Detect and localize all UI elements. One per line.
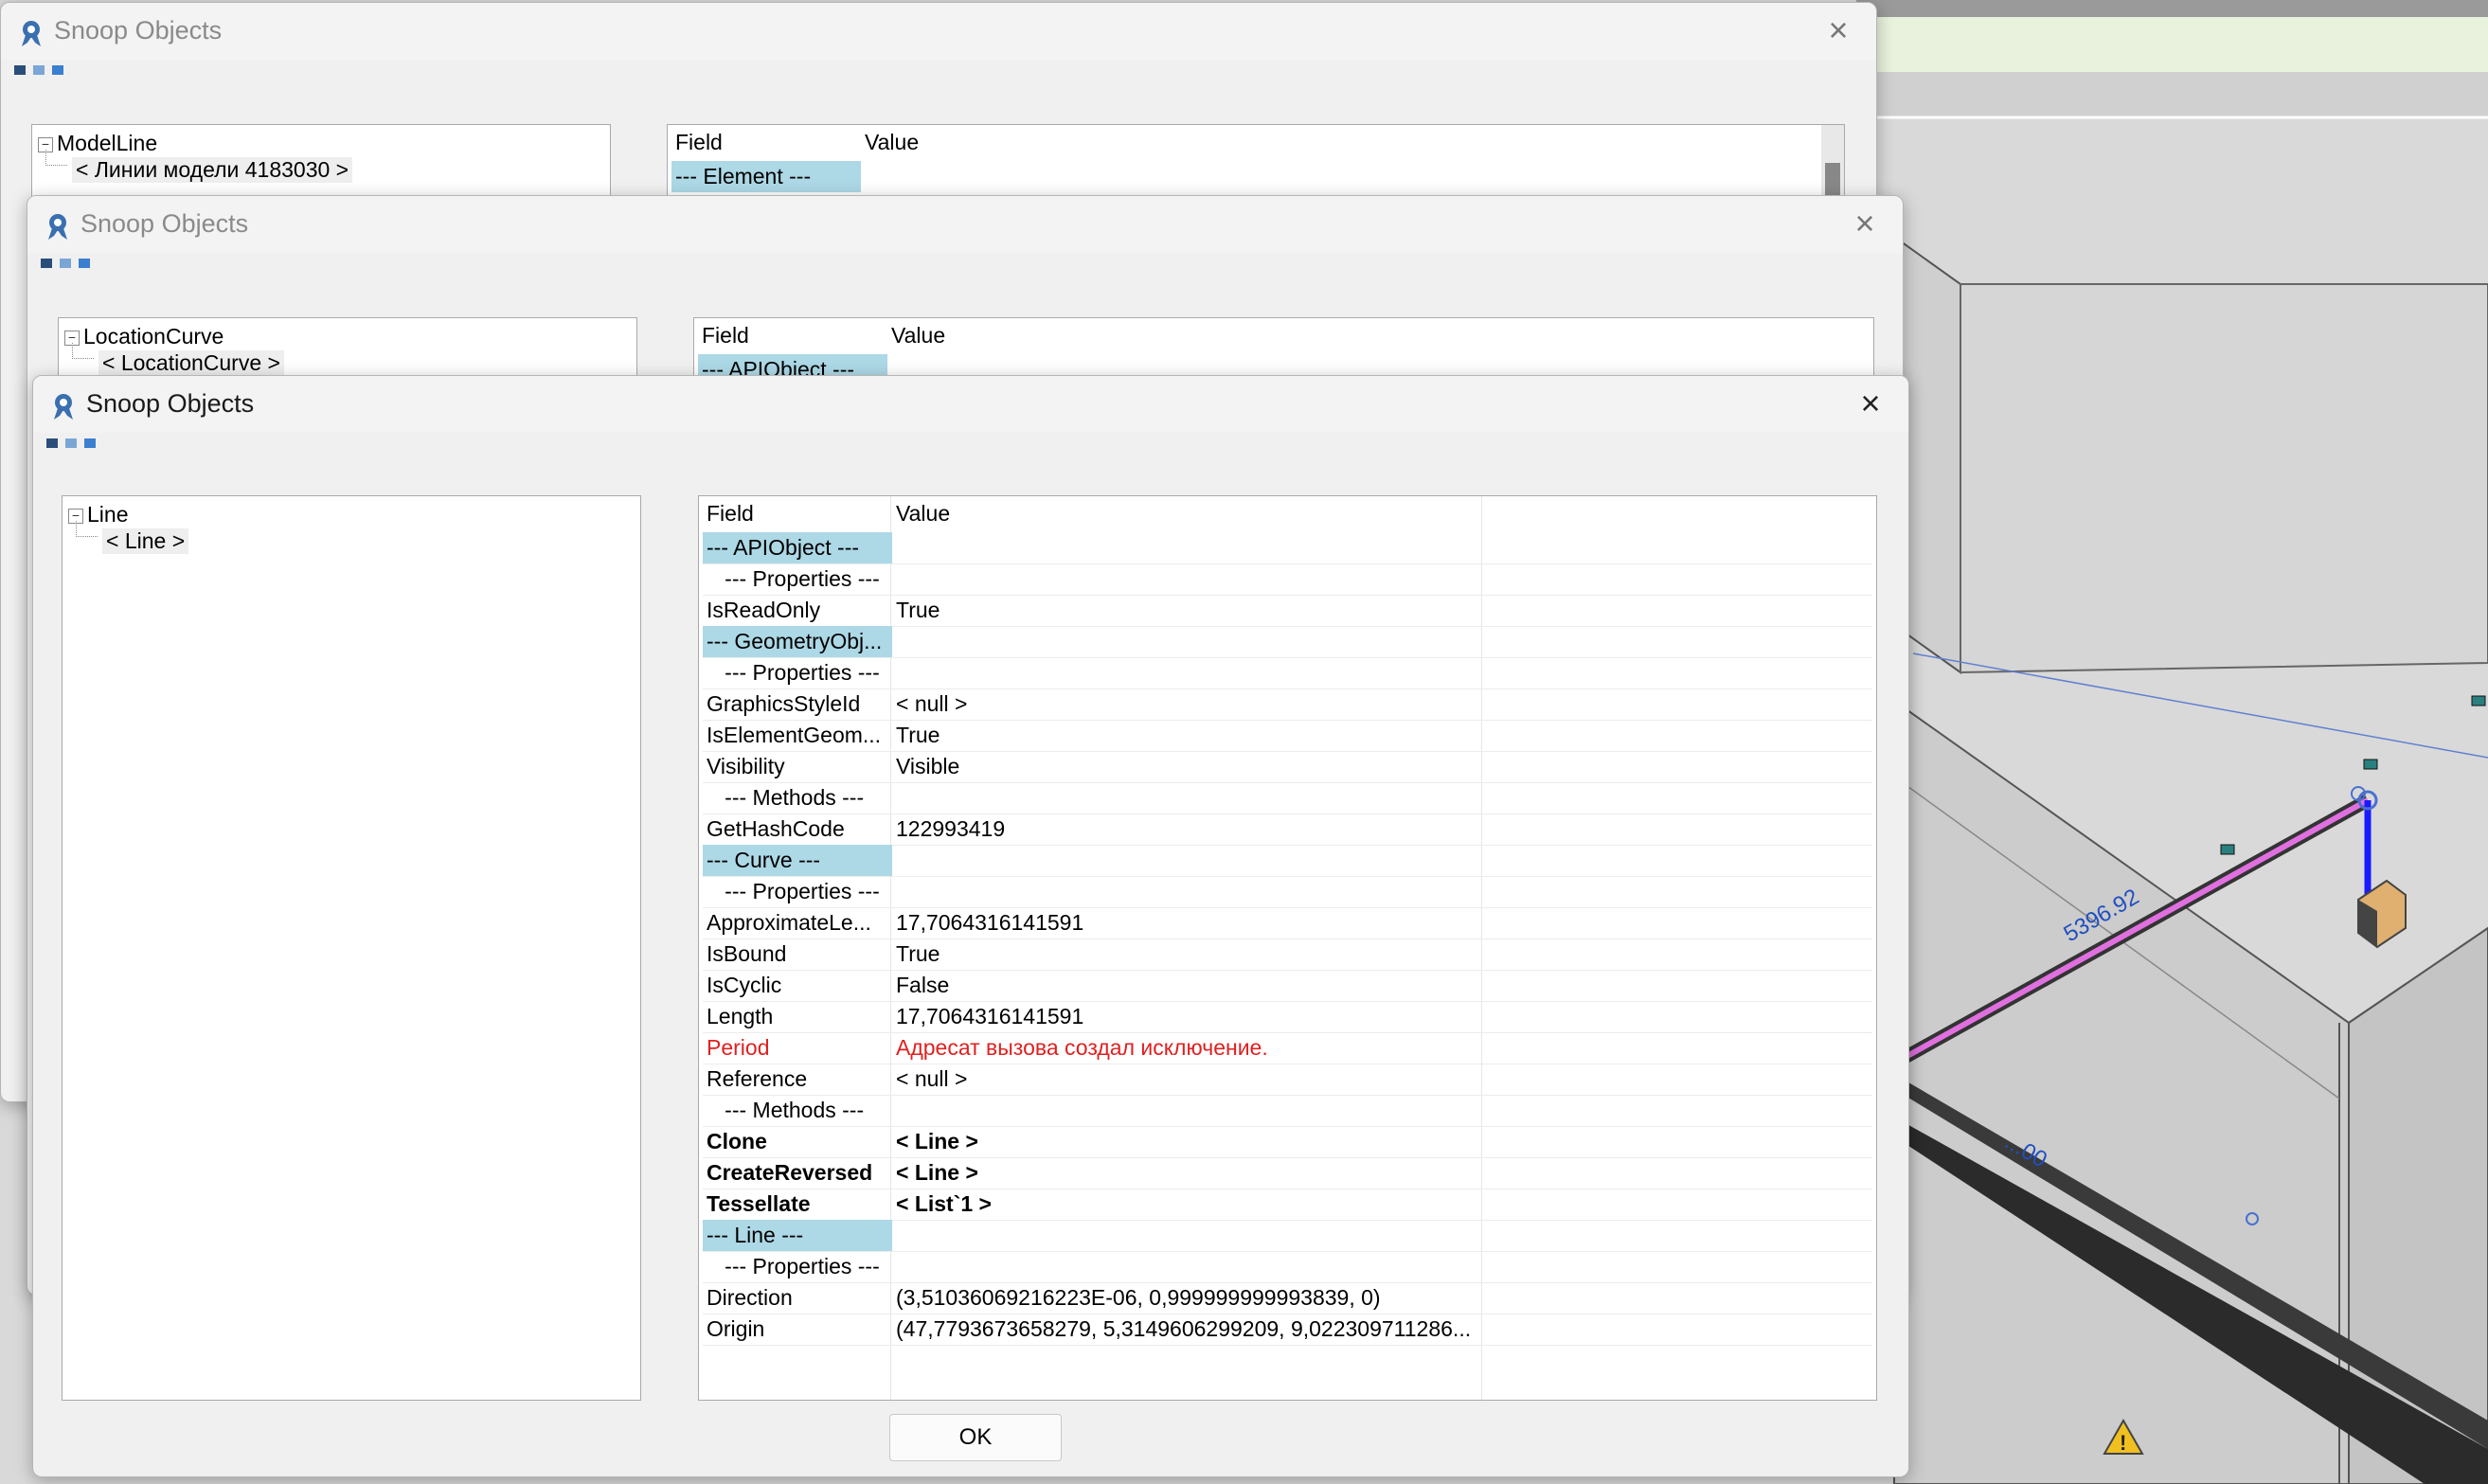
row-field: CreateReversed [707, 1160, 873, 1185]
row-field: ApproximateLe... [707, 910, 871, 935]
window-title: Snoop Objects [54, 16, 223, 45]
copy-icon[interactable] [79, 259, 90, 268]
preview-icon[interactable] [65, 438, 77, 448]
snoop-app-icon [54, 394, 73, 420]
preview-icon[interactable] [60, 259, 71, 268]
row-field: Visibility [707, 754, 785, 778]
row-field: --- Curve --- [703, 845, 892, 876]
row-value: < Line > [896, 1129, 978, 1153]
row-value: (3,51036069216223E-06, 0,999999999993839… [896, 1285, 1381, 1310]
row-value: (47,7793673658279, 5,3149606299209, 9,02… [896, 1316, 1472, 1341]
field-column-header[interactable]: Field [671, 127, 861, 158]
row-field: Clone [707, 1129, 767, 1153]
title-bar: Snoop Objects × [1, 3, 1876, 60]
value-column-header[interactable]: Value [892, 498, 1483, 529]
close-icon[interactable]: × [1821, 13, 1855, 48]
row-field: Length [707, 1004, 774, 1028]
row-field: --- GeometryObj... [703, 626, 892, 657]
row-value: < null > [896, 1066, 968, 1091]
row-field: Origin [707, 1316, 765, 1341]
tree-child-node[interactable]: < Линии модели 4183030 > [72, 157, 353, 183]
snoop-app-icon [22, 21, 41, 46]
row-field: --- Properties --- [707, 879, 880, 903]
row-value: < List`1 > [896, 1191, 992, 1216]
copy-icon[interactable] [84, 438, 96, 448]
tree-child-node[interactable]: < Line > [102, 528, 189, 554]
window-title: Snoop Objects [86, 389, 255, 418]
row-value: True [896, 598, 940, 622]
row-field: IsCyclic [707, 973, 782, 997]
row-field: --- Methods --- [707, 785, 865, 810]
print-icon[interactable] [46, 438, 58, 448]
row-field: IsReadOnly [707, 598, 821, 622]
value-column-header[interactable]: Value [861, 127, 1139, 158]
svg-text:!: ! [2120, 1431, 2126, 1455]
print-icon[interactable] [14, 65, 26, 75]
copy-icon[interactable] [52, 65, 63, 75]
row-value: 122993419 [896, 816, 1006, 841]
row-field: GraphicsStyleId [707, 691, 861, 716]
row-field: Reference [707, 1066, 808, 1091]
row-value: 17,7064316141591 [896, 1004, 1084, 1028]
row-value: Visible [896, 754, 960, 778]
row-field: --- Methods --- [707, 1098, 865, 1122]
close-icon[interactable]: × [1853, 386, 1888, 421]
row-field: --- Properties --- [707, 660, 880, 685]
title-bar: Snoop Objects × [33, 376, 1908, 433]
toolbar [41, 259, 98, 274]
snoop-app-icon [48, 214, 67, 240]
tree-child-node[interactable]: < LocationCurve > [98, 350, 284, 376]
row-value: 17,7064316141591 [896, 910, 1084, 935]
grid-row-field[interactable]: --- Element --- [671, 161, 861, 192]
row-field: --- APIObject --- [703, 532, 892, 563]
window-title: Snoop Objects [81, 209, 249, 238]
row-field: Direction [707, 1285, 793, 1310]
row-field: IsElementGeom... [707, 723, 882, 747]
print-icon[interactable] [41, 259, 52, 268]
object-tree[interactable]: − Line < Line > [62, 495, 641, 1401]
snoop-window-front: Snoop Objects × − Line < Line > Field Val… [32, 375, 1909, 1477]
row-field: --- Properties --- [707, 1254, 880, 1278]
close-icon[interactable]: × [1848, 206, 1882, 241]
toolbar [46, 438, 103, 454]
field-column-header[interactable]: Field [703, 498, 892, 529]
row-value: True [896, 723, 940, 747]
row-field: --- Line --- [703, 1220, 892, 1251]
row-value: Адресат вызова создал исключение. [896, 1035, 1268, 1060]
title-bar: Snoop Objects × [27, 196, 1903, 253]
ok-button[interactable]: OK [889, 1414, 1062, 1461]
row-value: False [896, 973, 950, 997]
row-value: < Line > [896, 1160, 978, 1185]
value-column-header[interactable]: Value [887, 320, 1166, 351]
row-field: GetHashCode [707, 816, 845, 841]
field-column-header[interactable]: Field [698, 320, 887, 351]
toolbar [14, 65, 71, 80]
property-grid[interactable]: Field Value --- APIObject --- --- Proper… [698, 495, 1877, 1401]
preview-icon[interactable] [33, 65, 45, 75]
row-field: Period [707, 1035, 770, 1060]
row-field: IsBound [707, 941, 787, 966]
row-value: < null > [896, 691, 968, 716]
row-field: Tessellate [707, 1191, 811, 1216]
row-field: --- Properties --- [707, 566, 880, 591]
row-value: True [896, 941, 940, 966]
